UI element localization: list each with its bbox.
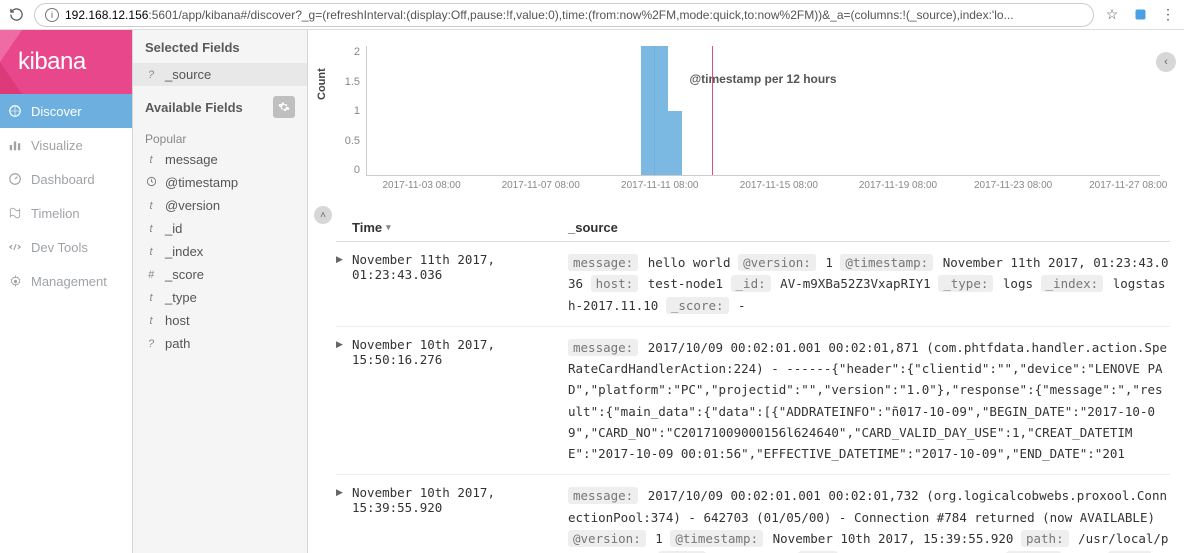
field-id[interactable]: t_id [133,217,307,240]
reload-icon[interactable] [8,7,24,23]
chart-plot-area[interactable] [366,46,1160,176]
source-column-header[interactable]: _source [568,220,1170,235]
field-path[interactable]: ?path [133,332,307,355]
field-key: _type: [938,275,993,292]
row-time: November 10th 2017, 15:50:16.276 [352,337,568,465]
kebab-menu-icon[interactable]: ⋮ [1160,7,1176,23]
field-index[interactable]: t_index [133,240,307,263]
visualize-icon [8,138,22,152]
field-key: message: [568,254,638,271]
clock-icon [145,176,157,190]
nav-item-timelion[interactable]: Timelion [0,196,132,230]
nav-item-management[interactable]: Management [0,264,132,298]
sidebar-nav: kibana DiscoverVisualizeDashboardTimelio… [0,30,133,553]
nav-item-visualize[interactable]: Visualize [0,128,132,162]
selected-fields-header: Selected Fields [133,30,307,63]
field-key: @timestamp: [670,530,763,547]
dashboard-icon [8,172,22,186]
histogram-chart[interactable]: Count 21.510.50 2017-11-03 08:002017-11-… [308,30,1184,210]
timelion-icon [8,206,22,220]
discover-icon [8,104,22,118]
expand-row-toggle[interactable]: ▶ [336,485,352,553]
document-row: ▶November 10th 2017, 15:50:16.276 messag… [336,327,1170,476]
field-message[interactable]: tmessage [133,148,307,171]
field-source[interactable]: ?_source [133,63,307,86]
nav-item-dev-tools[interactable]: Dev Tools [0,230,132,264]
field-key: message: [568,339,638,356]
field-type[interactable]: t_type [133,286,307,309]
histogram-bar[interactable] [654,46,668,175]
fields-panel: Selected Fields ?_source Available Field… [133,30,308,553]
documents-table: Time ▾ _source ▶November 11th 2017, 01:2… [308,210,1184,553]
x-axis-ticks: 2017-11-03 08:002017-11-07 08:002017-11-… [366,180,1160,194]
row-source: message: 2017/10/09 00:02:01.001 00:02:0… [568,337,1170,465]
document-row: ▶November 11th 2017, 01:23:43.036 messag… [336,242,1170,327]
site-info-icon[interactable]: i [45,8,59,22]
document-row: ▶November 10th 2017, 15:39:55.920 messag… [336,475,1170,553]
field-score[interactable]: #_score [133,263,307,286]
sort-caret-icon[interactable]: ▾ [386,222,391,233]
field-key: @version: [738,254,816,271]
expand-row-toggle[interactable]: ▶ [336,252,352,316]
extension-icon[interactable] [1132,7,1148,23]
time-column-header[interactable]: Time ▾ [352,220,568,235]
fields-settings-gear-icon[interactable] [273,96,295,118]
y-axis-label: Count [316,68,328,100]
popular-fields-label: Popular [133,126,307,148]
dev-tools-icon [8,240,22,254]
nav-item-discover[interactable]: Discover [0,94,132,128]
row-source: message: hello world @version: 1 @timest… [568,252,1170,316]
main-content: ‹ Count 21.510.50 2017-11-03 08:002017-1… [308,30,1184,553]
address-bar[interactable]: i 192.168.12.156:5601/app/kibana#/discov… [34,3,1094,27]
histogram-bar[interactable] [668,111,682,176]
field-key: message: [568,487,638,504]
row-source: message: 2017/10/09 00:02:01.001 00:02:0… [568,485,1170,553]
y-axis-ticks: 21.510.50 [338,46,360,176]
field-key: _index: [1041,275,1104,292]
browser-toolbar: i 192.168.12.156:5601/app/kibana#/discov… [0,0,1184,30]
kibana-logo[interactable]: kibana [0,30,132,94]
field-key: _score: [666,297,729,314]
expand-row-toggle[interactable]: ▶ [336,337,352,465]
histogram-bar[interactable] [641,46,655,175]
field-key: _id: [731,275,771,292]
available-fields-header: Available Fields [133,86,307,126]
url-text: 192.168.12.156:5601/app/kibana#/discover… [65,8,1014,22]
bookmark-star-icon[interactable]: ☆ [1104,7,1120,23]
field-key: host: [591,275,639,292]
field-key: path: [1021,530,1069,547]
now-marker-line [712,46,713,175]
row-time: November 11th 2017, 01:23:43.036 [352,252,568,316]
chart-collapse-up-icon[interactable]: ˄ [314,206,332,224]
nav-item-dashboard[interactable]: Dashboard [0,162,132,196]
management-icon [8,274,22,288]
row-time: November 10th 2017, 15:39:55.920 [352,485,568,553]
field-host[interactable]: thost [133,309,307,332]
field-timestamp[interactable]: @timestamp [133,171,307,194]
field-version[interactable]: t@version [133,194,307,217]
field-key: @version: [568,530,646,547]
field-key: @timestamp: [840,254,933,271]
